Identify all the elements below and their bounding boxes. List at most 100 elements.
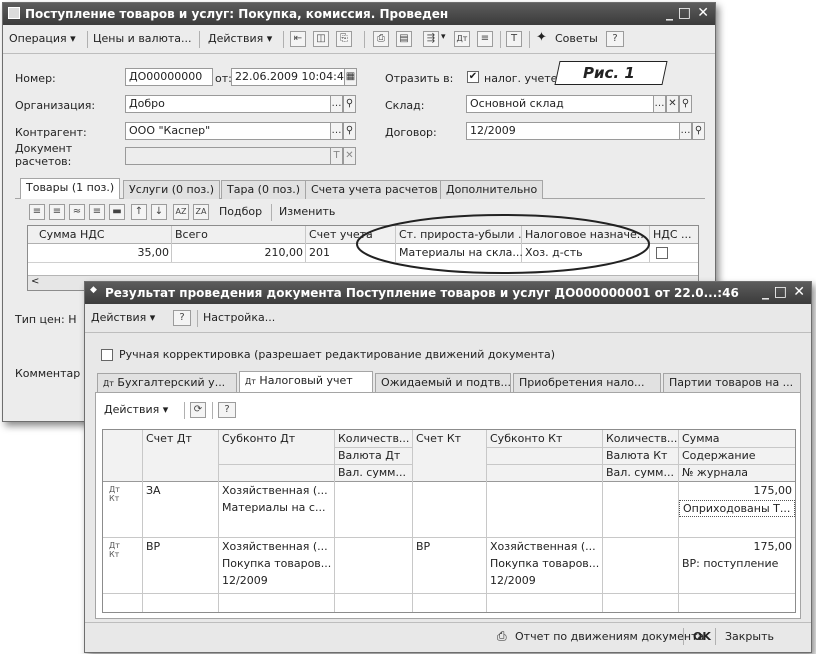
col-content[interactable]: Содержание: [679, 448, 795, 463]
close-icon[interactable]: ✕: [697, 5, 709, 21]
actions-menu[interactable]: Действия ▾: [91, 311, 155, 324]
actions-menu[interactable]: Действия ▾: [208, 32, 272, 45]
move-down-icon[interactable]: ↓: [151, 204, 167, 220]
select-button[interactable]: …: [330, 95, 343, 113]
calendar-icon[interactable]: ▦: [344, 68, 357, 86]
col-debit-account[interactable]: Счет Дт: [143, 431, 219, 446]
journal-icon[interactable]: ≡: [477, 31, 493, 47]
table-row[interactable]: Дт Кт ЗА Хозяйственная (... Материалы на …: [103, 482, 795, 538]
col-credit-account[interactable]: Счет Кт: [413, 431, 487, 446]
col-debit-qty[interactable]: Количеств...: [335, 431, 413, 446]
dt-kt-icon[interactable]: Дт: [454, 31, 470, 47]
tab-acquisitions[interactable]: Приобретения нало...: [513, 373, 661, 392]
refresh-icon[interactable]: ◫: [313, 31, 329, 47]
prices-currency-button[interactable]: Цены и валюта...: [93, 32, 191, 45]
ok-button[interactable]: OK: [693, 630, 711, 643]
warehouse-field[interactable]: Основной склад: [466, 95, 654, 113]
minimize-icon[interactable]: _: [762, 284, 769, 300]
maximize-icon[interactable]: □: [774, 284, 787, 300]
col-debit-curr-sum[interactable]: Вал. сумм...: [335, 465, 413, 480]
search-icon[interactable]: ⚲: [692, 122, 705, 140]
advice-icon[interactable]: ✦: [536, 30, 547, 45]
number-field[interactable]: ДО00000000: [125, 68, 213, 86]
cell-debit-account: ЗА: [146, 484, 161, 497]
scroll-left-icon[interactable]: <: [31, 276, 39, 287]
col-credit-curr-sum[interactable]: Вал. сумм...: [603, 465, 679, 480]
print-icon[interactable]: ⎙: [373, 31, 389, 47]
separator: [197, 310, 198, 327]
main-title-bar[interactable]: Поступление товаров и услуг: Покупка, ко…: [3, 3, 715, 25]
minimize-icon[interactable]: _: [666, 5, 673, 21]
tab-tax-accounting[interactable]: Дт Налоговый учет: [239, 371, 373, 392]
table-row[interactable]: Дт Кт ВР Хозяйственная (... Покупка товар…: [103, 538, 795, 594]
operation-menu[interactable]: Операция ▾: [9, 32, 76, 45]
close-icon[interactable]: ✕: [793, 284, 805, 300]
tab-expected[interactable]: Ожидаемый и подтв...: [375, 373, 511, 392]
text-format-icon[interactable]: T: [506, 31, 522, 47]
end-edit-icon[interactable]: ▬: [109, 204, 125, 220]
col-debit-subconto[interactable]: Субконто Дт: [219, 431, 335, 446]
sort-desc-icon[interactable]: ZA: [193, 204, 209, 220]
sort-asc-icon[interactable]: AZ: [173, 204, 189, 220]
manual-correction-checkbox[interactable]: [101, 349, 113, 361]
copy-row-icon[interactable]: ≡: [49, 204, 65, 220]
tab-settlement-accounts[interactable]: Счета учета расчетов: [305, 180, 444, 199]
col-debit-currency[interactable]: Валюта Дт: [335, 448, 413, 463]
col-credit-subconto[interactable]: Субконто Кт: [487, 431, 603, 446]
delete-row-icon[interactable]: ≡: [89, 204, 105, 220]
divider: [219, 464, 413, 465]
col-vat[interactable]: НДС ...: [650, 227, 698, 242]
search-icon[interactable]: ⚲: [343, 122, 356, 140]
vat-checkbox[interactable]: [656, 247, 668, 259]
contractor-field[interactable]: ООО "Каспер": [125, 122, 331, 140]
inner-toolbar: Действия ▾ ⟳ ?: [102, 399, 302, 421]
structure-icon[interactable]: ⎘: [336, 31, 352, 47]
col-sum[interactable]: Сумма: [679, 431, 795, 446]
maximize-icon[interactable]: □: [678, 5, 691, 21]
close-button[interactable]: Закрыть: [725, 630, 774, 643]
col-vat-sum[interactable]: Сумма НДС: [36, 227, 172, 242]
chevron-down-icon[interactable]: ▾: [441, 32, 446, 42]
search-icon[interactable]: ⚲: [679, 95, 692, 113]
move-up-icon[interactable]: ↑: [131, 204, 147, 220]
advice-button[interactable]: Советы: [555, 32, 598, 45]
add-row-icon[interactable]: ≡: [29, 204, 45, 220]
col-credit-qty[interactable]: Количеств...: [603, 431, 679, 446]
col-journal[interactable]: № журнала: [679, 465, 795, 480]
settings-button[interactable]: Настройка...: [203, 311, 275, 324]
movements-table[interactable]: Счет Дт Субконто Дт Количеств... Валюта …: [102, 429, 796, 613]
col-credit-currency[interactable]: Валюта Кт: [603, 448, 679, 463]
clear-icon[interactable]: ✕: [666, 95, 679, 113]
help-button[interactable]: ?: [173, 310, 191, 326]
select-button[interactable]: …: [679, 122, 692, 140]
cell-debit-subconto-3: 12/2009: [222, 574, 268, 587]
help-button[interactable]: ?: [218, 402, 236, 418]
organization-field[interactable]: Добро: [125, 95, 331, 113]
date-field[interactable]: 22.06.2009 10:04:48: [231, 68, 345, 86]
tab-tax-accounting-label: Налоговый учет: [259, 374, 353, 387]
refresh-icon[interactable]: ⟳: [190, 402, 206, 418]
preview-icon[interactable]: ▤: [396, 31, 412, 47]
result-title-bar[interactable]: ◆ Результат проведения документа Поступл…: [85, 282, 811, 304]
tab-containers[interactable]: Тара (0 поз.): [221, 180, 307, 199]
col-total[interactable]: Всего: [172, 227, 306, 242]
select-button[interactable]: …: [653, 95, 666, 113]
nav-first-icon[interactable]: ⇤: [290, 31, 306, 47]
actions-menu[interactable]: Действия ▾: [104, 403, 168, 416]
contract-field[interactable]: 12/2009: [466, 122, 680, 140]
search-icon[interactable]: ⚲: [343, 95, 356, 113]
based-on-icon[interactable]: ⇶: [423, 31, 439, 47]
change-button[interactable]: Изменить: [279, 205, 335, 218]
tax-accounting-checkbox[interactable]: ✔: [467, 71, 479, 83]
separator: [364, 31, 365, 48]
tab-goods-batches[interactable]: Партии товаров на ...: [663, 373, 801, 392]
help-button[interactable]: ?: [606, 31, 624, 47]
edit-row-icon[interactable]: ≈: [69, 204, 85, 220]
tab-goods[interactable]: Товары (1 поз.): [20, 178, 121, 199]
tab-accounting[interactable]: Дт Бухгалтерский у...: [97, 373, 237, 392]
select-button[interactable]: …: [330, 122, 343, 140]
movements-report-button[interactable]: Отчет по движениям документа: [515, 630, 704, 643]
tab-services[interactable]: Услуги (0 поз.): [123, 180, 221, 199]
pick-button[interactable]: Подбор: [219, 205, 262, 218]
tab-additional[interactable]: Дополнительно: [440, 180, 544, 199]
